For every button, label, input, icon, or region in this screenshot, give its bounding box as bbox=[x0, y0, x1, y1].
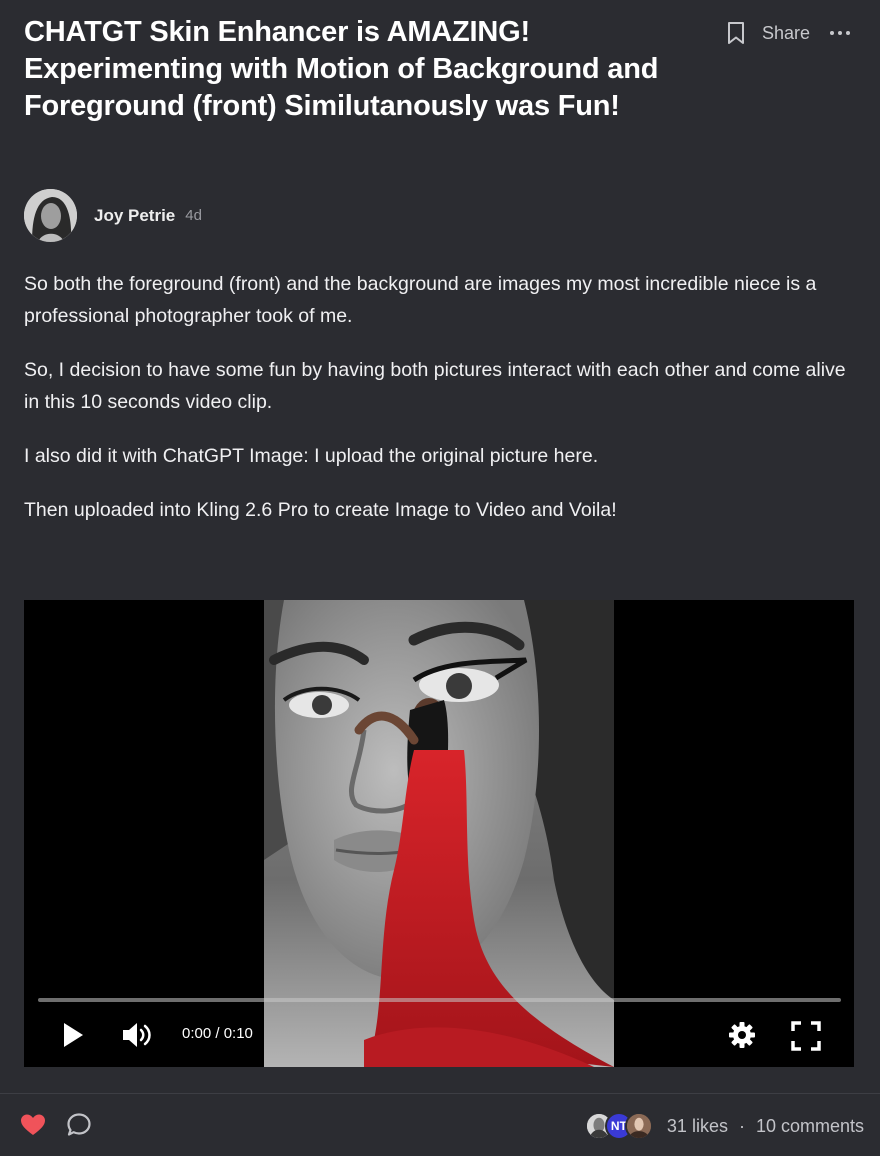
heart-icon[interactable] bbox=[20, 1113, 46, 1137]
avatar[interactable] bbox=[24, 189, 77, 242]
post-page: CHATGT Skin Enhancer is AMAZING! Experim… bbox=[0, 0, 880, 1156]
separator: · bbox=[738, 1115, 745, 1136]
play-icon[interactable] bbox=[60, 1021, 86, 1049]
more-options-icon[interactable] bbox=[830, 31, 850, 35]
video-time: 0:00 / 0:10 bbox=[182, 1025, 253, 1042]
post-actions: Share bbox=[726, 18, 850, 48]
post-paragraph: I also did it with ChatGPT Image: I uplo… bbox=[24, 445, 599, 467]
settings-icon[interactable] bbox=[727, 1020, 757, 1050]
bookmark-icon[interactable] bbox=[726, 21, 746, 45]
author-name[interactable]: Joy Petrie bbox=[94, 206, 175, 226]
comments-count[interactable]: 10 comments bbox=[756, 1116, 864, 1137]
post-title: CHATGT Skin Enhancer is AMAZING! Experim… bbox=[24, 16, 659, 122]
comment-icon[interactable] bbox=[66, 1112, 92, 1138]
video-controls: 0:00 / 0:10 bbox=[24, 1012, 854, 1058]
post-age: 4d bbox=[185, 207, 202, 224]
share-button[interactable]: Share bbox=[762, 23, 810, 44]
fullscreen-icon[interactable] bbox=[790, 1020, 822, 1052]
reaction-bar bbox=[20, 1112, 92, 1138]
video-player[interactable]: 0:00 / 0:10 bbox=[24, 600, 854, 1067]
footer-divider bbox=[0, 1093, 880, 1094]
author-row: Joy Petrie 4d bbox=[24, 189, 202, 242]
liker-avatars[interactable]: NT bbox=[584, 1112, 653, 1140]
video-frame-image bbox=[264, 600, 614, 1067]
post-paragraph: Then uploaded into Kling 2.6 Pro to crea… bbox=[24, 499, 617, 521]
avatar bbox=[624, 1112, 653, 1140]
video-progress-bar[interactable] bbox=[38, 998, 841, 1002]
engagement-summary: NT 31 likes · 10 comments bbox=[584, 1110, 864, 1142]
post-body: So both the foreground (front) and the b… bbox=[24, 268, 860, 548]
likes-count[interactable]: 31 likes bbox=[667, 1116, 728, 1137]
post-paragraph: So both the foreground (front) and the b… bbox=[24, 273, 817, 327]
post-paragraph: So, I decision to have some fun by havin… bbox=[24, 359, 846, 413]
volume-icon[interactable] bbox=[120, 1020, 154, 1050]
